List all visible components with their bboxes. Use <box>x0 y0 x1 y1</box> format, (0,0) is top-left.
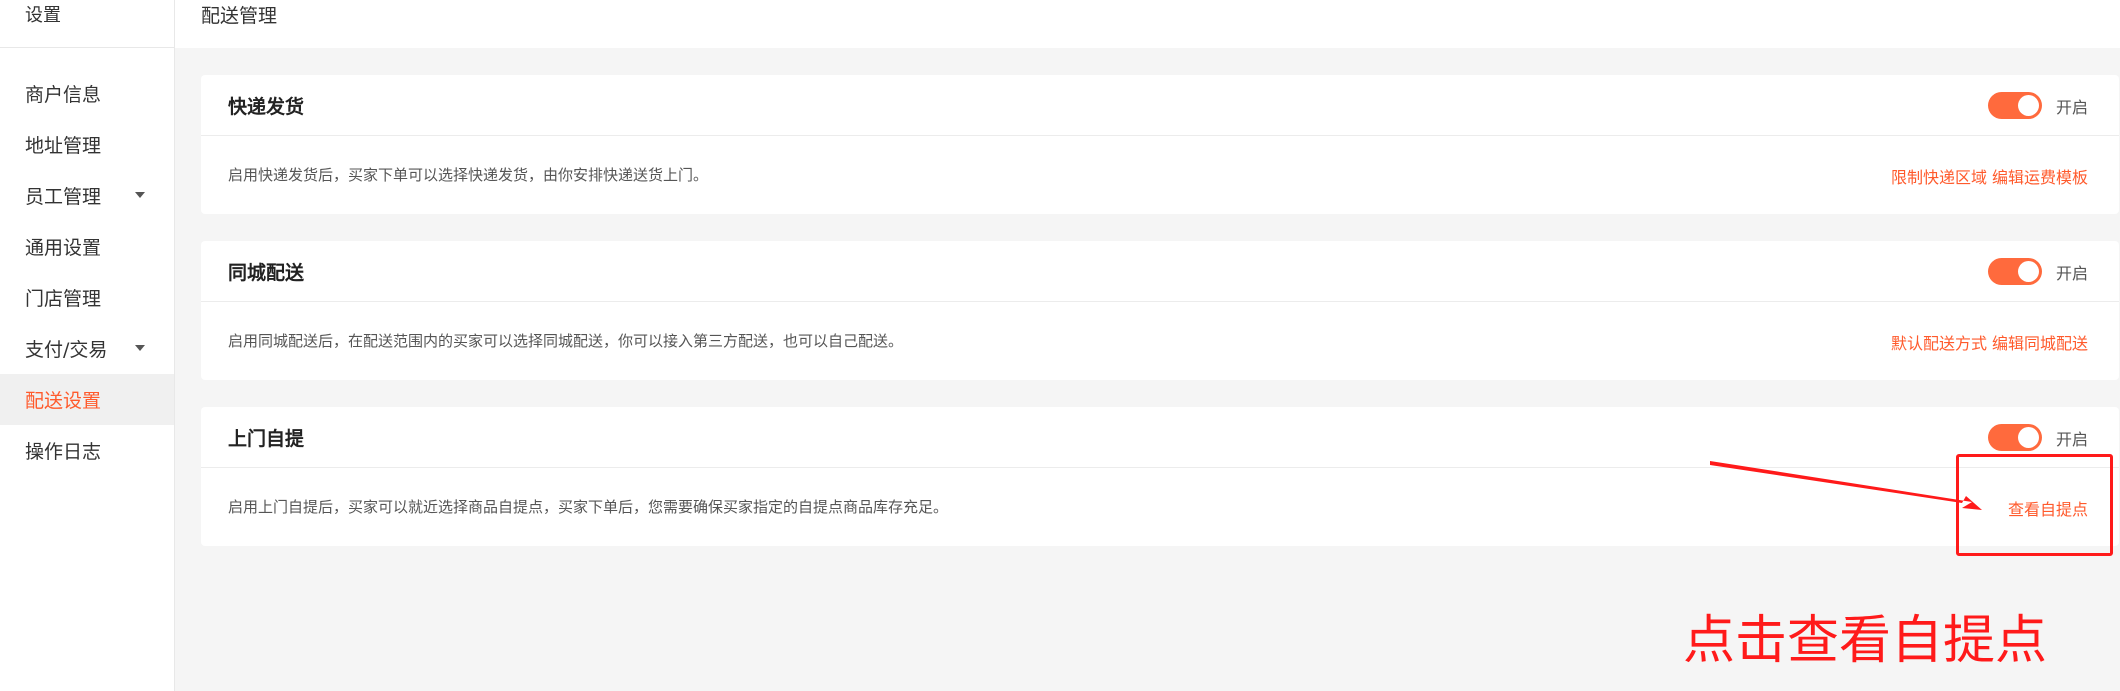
toggle-knob <box>2017 427 2039 448</box>
sidebar-header: 设置 <box>0 0 174 48</box>
sidebar-item-label: 支付/交易 <box>25 339 108 361</box>
card-local-delivery: 同城配送 开启 启用同城配送后，在配送范围内的买家可以选择同城配送，你可以接入第… <box>201 241 2119 380</box>
annotation-text: 点击查看自提点 <box>1683 611 2048 671</box>
edit-local-delivery-link[interactable]: 编辑同城配送 <box>1992 330 2088 354</box>
toggle-group: 开启 <box>1987 92 2088 119</box>
toggle-label: 开启 <box>2055 97 2088 117</box>
caret-down-icon <box>135 345 145 351</box>
card-title: 同城配送 <box>228 261 305 284</box>
sidebar-item-address[interactable]: 地址管理 <box>0 119 174 170</box>
sidebar-item-label: 门店管理 <box>25 288 102 310</box>
edit-shipping-template-link[interactable]: 编辑运费模板 <box>1992 164 2088 188</box>
sidebar-item-label: 配送设置 <box>25 390 102 412</box>
toggle-group: 开启 <box>1987 424 2088 451</box>
sidebar-items: 商户信息 地址管理 员工管理 通用设置 门店管理 支付/交易 配送设置 操作日志 <box>0 48 174 476</box>
page-title: 配送管理 <box>175 0 2120 48</box>
sidebar-item-label: 员工管理 <box>25 186 102 208</box>
sidebar-item-label: 操作日志 <box>25 441 102 463</box>
sidebar-item-delivery[interactable]: 配送设置 <box>0 374 174 425</box>
sidebar-item-label: 地址管理 <box>25 135 102 157</box>
sidebar: 设置 商户信息 地址管理 员工管理 通用设置 门店管理 支付/交易 配送设置 操… <box>0 0 175 691</box>
toggle-label: 开启 <box>2055 263 2088 283</box>
card-header: 快递发货 开启 <box>201 75 2119 136</box>
card-title: 快递发货 <box>228 95 305 118</box>
card-body: 启用快递发货后，买家下单可以选择快递发货，由你安排快递送货上门。 限制快递区域 … <box>201 136 2119 213</box>
sidebar-item-general[interactable]: 通用设置 <box>0 221 174 272</box>
self-pickup-toggle[interactable] <box>1987 424 2042 451</box>
local-delivery-toggle[interactable] <box>1987 258 2042 285</box>
toggle-knob <box>2017 95 2039 116</box>
card-self-pickup: 上门自提 开启 启用上门自提后，买家可以就近选择商品自提点，买家下单后，您需要确… <box>201 407 2119 546</box>
sidebar-item-merchant-info[interactable]: 商户信息 <box>0 68 174 119</box>
caret-down-icon <box>135 192 145 198</box>
sidebar-item-label: 商户信息 <box>25 84 102 106</box>
card-description: 启用快递发货后，买家下单可以选择快递发货，由你安排快递送货上门。 <box>228 166 709 184</box>
main-content: 配送管理 快递发货 开启 启用快递发货后，买家下单可以选择快递发货，由你安排快递… <box>175 0 2120 691</box>
card-express: 快递发货 开启 启用快递发货后，买家下单可以选择快递发货，由你安排快递送货上门。… <box>201 75 2119 214</box>
sidebar-item-payment[interactable]: 支付/交易 <box>0 323 174 374</box>
toggle-label: 开启 <box>2055 429 2088 449</box>
card-title: 上门自提 <box>228 427 305 450</box>
sidebar-item-staff[interactable]: 员工管理 <box>0 170 174 221</box>
card-body: 启用同城配送后，在配送范围内的买家可以选择同城配送，你可以接入第三方配送，也可以… <box>201 302 2119 379</box>
sidebar-item-store[interactable]: 门店管理 <box>0 272 174 323</box>
card-body: 启用上门自提后，买家可以就近选择商品自提点，买家下单后，您需要确保买家指定的自提… <box>201 468 2119 545</box>
toggle-knob <box>2017 261 2039 282</box>
app-root: 设置 商户信息 地址管理 员工管理 通用设置 门店管理 支付/交易 配送设置 操… <box>0 0 2120 691</box>
sidebar-item-log[interactable]: 操作日志 <box>0 425 174 476</box>
card-description: 启用同城配送后，在配送范围内的买家可以选择同城配送，你可以接入第三方配送，也可以… <box>228 332 904 350</box>
card-links: 限制快递区域 编辑运费模板 <box>1891 164 2088 188</box>
express-toggle[interactable] <box>1987 92 2042 119</box>
card-header: 上门自提 开启 <box>201 407 2119 468</box>
annotation-highlight-box <box>1956 454 2113 556</box>
toggle-group: 开启 <box>1987 258 2088 285</box>
card-description: 启用上门自提后，买家可以就近选择商品自提点，买家下单后，您需要确保买家指定的自提… <box>228 498 949 516</box>
limit-express-area-link[interactable]: 限制快递区域 <box>1891 164 1987 188</box>
card-header: 同城配送 开启 <box>201 241 2119 302</box>
default-delivery-method-link[interactable]: 默认配送方式 <box>1891 330 1987 354</box>
card-links: 默认配送方式 编辑同城配送 <box>1891 330 2088 354</box>
sidebar-item-label: 通用设置 <box>25 237 102 259</box>
